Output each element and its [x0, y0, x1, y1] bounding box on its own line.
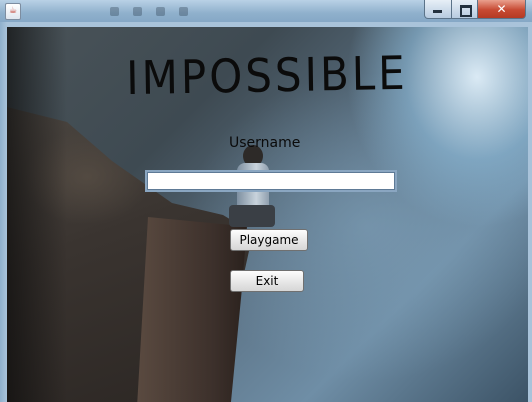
ghost-tab: [156, 4, 165, 18]
ghost-tab: [133, 4, 142, 18]
window-frame-left: [0, 22, 7, 402]
window-frame-right: [528, 22, 532, 402]
exit-button[interactable]: Exit: [230, 270, 304, 292]
close-button[interactable]: ✕: [477, 0, 526, 19]
title-bar[interactable]: ☕ ✕: [0, 0, 532, 22]
maximize-icon: [460, 5, 472, 17]
java-app-icon[interactable]: ☕: [5, 3, 21, 20]
username-label: Username: [229, 135, 301, 151]
game-background: IMPOSSIBLE Username Playgame Exit: [7, 27, 528, 402]
username-input[interactable]: [145, 170, 397, 192]
climber-legs: [229, 205, 275, 227]
game-title: IMPOSSIBLE: [125, 45, 409, 106]
playgame-button[interactable]: Playgame: [230, 229, 308, 251]
ghost-tab: [110, 4, 119, 18]
app-window: ☕ ✕ IMPOSSIBLE Username Playgame Exit: [0, 0, 532, 402]
minimize-icon: [433, 10, 442, 13]
minimize-button[interactable]: [424, 0, 452, 19]
close-icon: ✕: [496, 2, 507, 16]
background-taskbar-ghost: [110, 4, 188, 18]
ghost-tab: [179, 4, 188, 18]
cliff-shadow: [7, 27, 67, 402]
maximize-button[interactable]: [451, 0, 478, 19]
